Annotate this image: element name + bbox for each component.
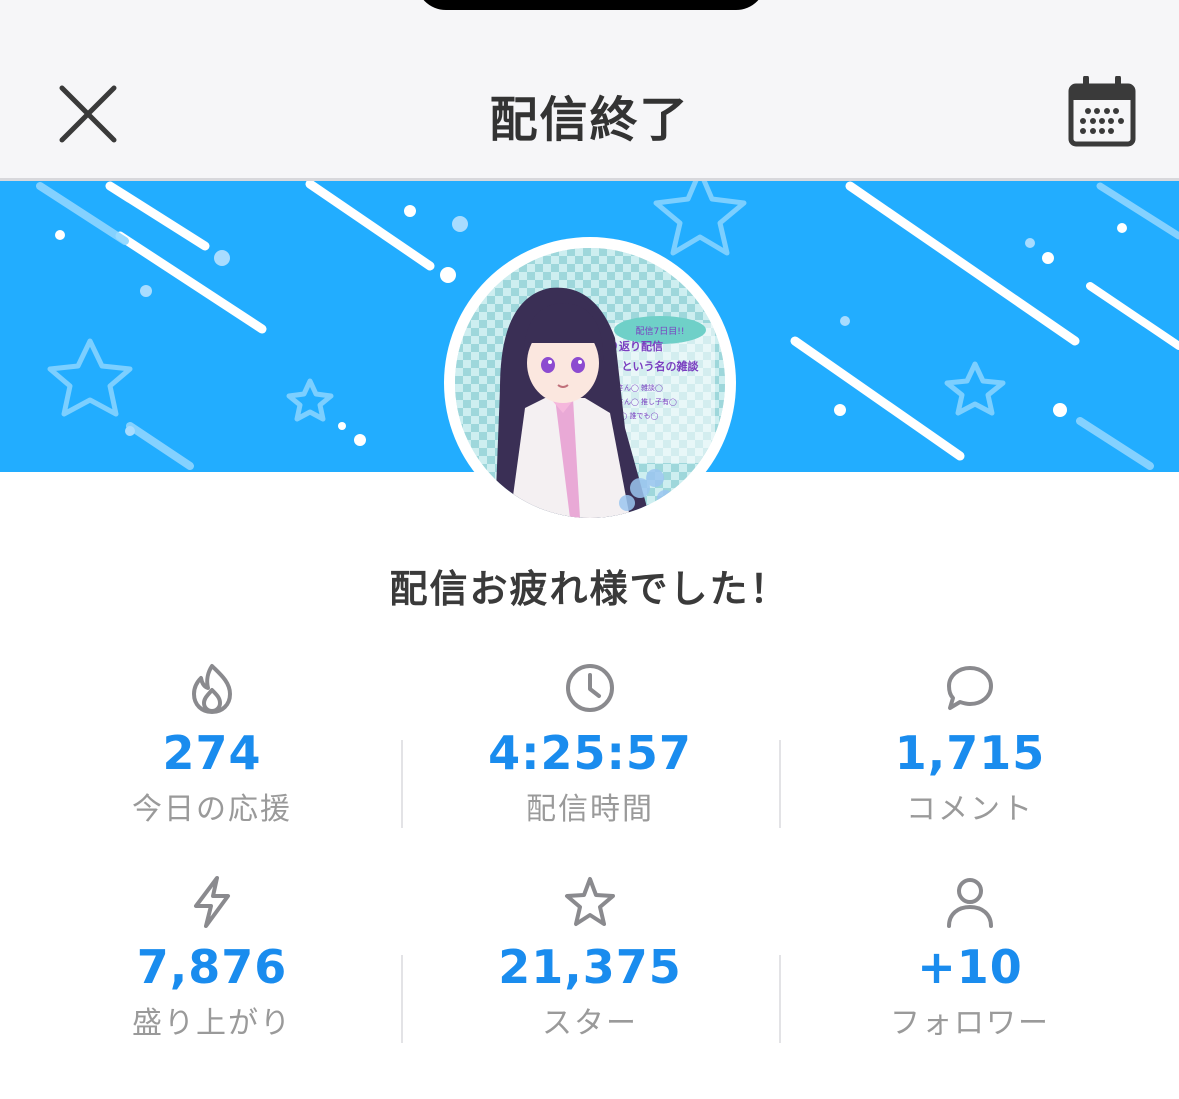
stat-divider xyxy=(401,740,403,828)
stat-value: 7,876 xyxy=(136,940,288,994)
stat-label: コメント xyxy=(906,792,1034,827)
thumb-text-3: という名の雑談 xyxy=(622,359,700,373)
device-notch xyxy=(416,0,766,10)
lightning-icon xyxy=(194,876,230,928)
avatar[interactable]: 配信7日目!! 振り返り配信 という名の雑談 初見さん◯ 雑談◯ 常連さん◯ 推… xyxy=(455,248,725,518)
clock-icon xyxy=(566,664,614,712)
stat-stars: 21,375 スター xyxy=(440,874,740,1042)
calendar-icon[interactable] xyxy=(1066,76,1138,148)
stat-divider xyxy=(401,955,403,1043)
thumb-text-1: 配信7日目!! xyxy=(636,325,685,337)
comment-icon xyxy=(947,666,993,710)
stat-excitement: 7,876 盛り上がり xyxy=(62,874,362,1042)
completion-message: 配信お疲れ様でした！ xyxy=(389,567,790,611)
page-title: 配信終了 xyxy=(489,92,690,148)
stat-value: 1,715 xyxy=(894,726,1046,780)
fire-icon xyxy=(192,664,232,714)
header: 配信終了 xyxy=(0,40,1179,180)
person-icon xyxy=(947,878,993,928)
stream-thumbnail: 配信7日目!! 振り返り配信 という名の雑談 初見さん◯ 雑談◯ 常連さん◯ 推… xyxy=(455,248,725,518)
stat-label: 配信時間 xyxy=(526,792,654,827)
star-icon xyxy=(565,877,615,926)
stat-value: 21,375 xyxy=(498,940,682,994)
stat-duration: 4:25:57 配信時間 xyxy=(440,660,740,828)
stat-value: +10 xyxy=(917,940,1023,994)
stat-divider xyxy=(779,955,781,1043)
stat-label: 盛り上がり xyxy=(132,1006,292,1041)
stat-value: 4:25:57 xyxy=(488,726,692,780)
stat-value: 274 xyxy=(162,726,262,780)
stat-label: フォロワー xyxy=(890,1006,1050,1041)
stat-comments: 1,715 コメント xyxy=(820,660,1120,828)
stat-support: 274 今日の応援 xyxy=(62,660,362,828)
stat-label: スター xyxy=(542,1006,638,1041)
stat-followers: +10 フォロワー xyxy=(820,874,1120,1042)
stat-divider xyxy=(779,740,781,828)
stat-label: 今日の応援 xyxy=(132,792,292,827)
